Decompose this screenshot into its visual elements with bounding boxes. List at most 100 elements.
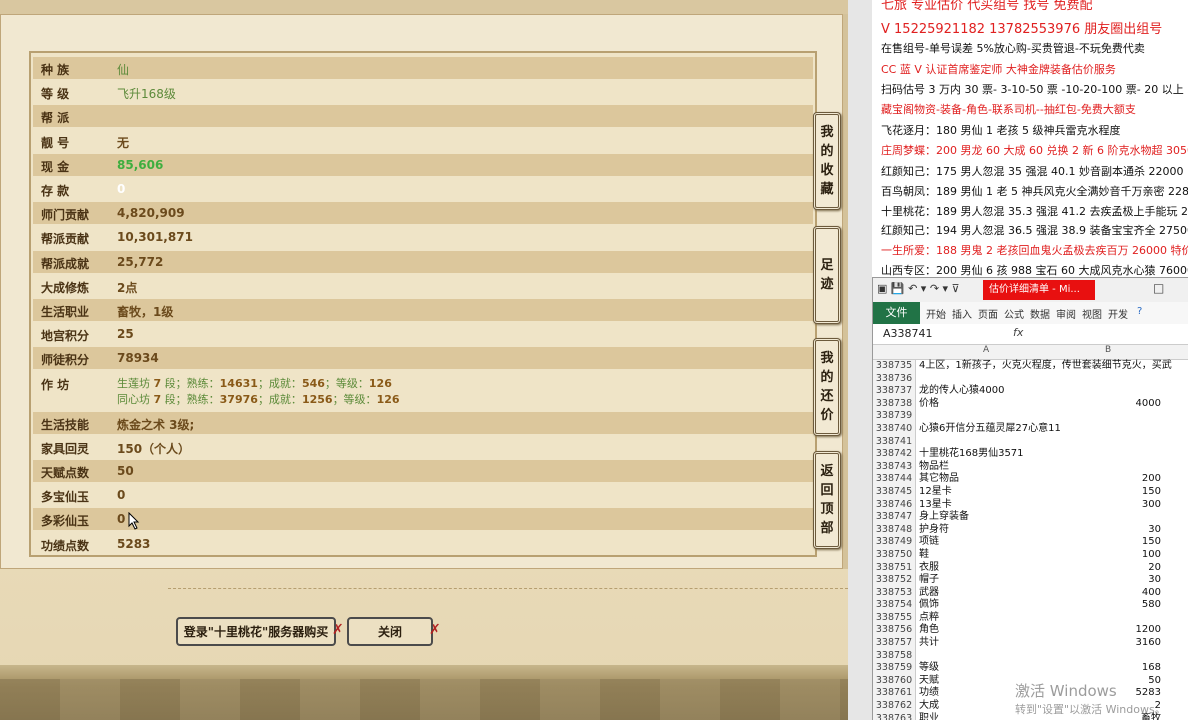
cell-b[interactable]: 580 [1053, 599, 1161, 612]
sheet-row[interactable]: 338735 4上区，1新孩子，火克火程度，传世套装细节克火，买武 [873, 360, 1188, 373]
cell-a[interactable]: 价格 [919, 398, 939, 411]
sheet-row[interactable]: 338749 项链 150 [873, 536, 1188, 549]
sheet-row[interactable]: 338747 身上穿装备 [873, 511, 1188, 524]
ribbon-tab[interactable]: 页面 [978, 306, 998, 321]
cell-a[interactable]: 12星卡 [919, 486, 952, 499]
sheet-row[interactable]: 338744 其它物品 200 [873, 473, 1188, 486]
row-number[interactable]: 338741 [873, 435, 916, 449]
cell-a[interactable]: 等级 [919, 662, 939, 675]
cell-a[interactable]: 13星卡 [919, 499, 952, 512]
cell-b[interactable]: 3160 [1053, 637, 1161, 650]
row-number[interactable]: 338751 [873, 561, 916, 575]
row-number[interactable]: 338761 [873, 687, 916, 701]
sheet-row[interactable]: 338736 [873, 372, 1188, 386]
cell-a[interactable]: 衣服 [919, 562, 939, 575]
cell-a[interactable]: 物品栏 [919, 461, 949, 474]
sheet-row[interactable]: 338743 物品栏 [873, 460, 1188, 474]
my-counteroffer-button[interactable]: 我的还价 [813, 338, 841, 436]
cell-a[interactable]: 共计 [919, 637, 939, 650]
sheet-row[interactable]: 338750 鞋 100 [873, 548, 1188, 562]
ribbon-tab[interactable]: 开发 [1108, 306, 1128, 321]
cell-a[interactable]: 大成 [919, 700, 939, 713]
cell-a[interactable]: 天赋 [919, 675, 939, 688]
cell-b[interactable]: 30 [1053, 574, 1161, 587]
sheet-row[interactable]: 338748 护身符 30 [873, 523, 1188, 537]
sheet-row[interactable]: 338738 价格 4000 [873, 397, 1188, 411]
sheet-row[interactable]: 338755 点粹 [873, 611, 1188, 625]
cell-a[interactable]: 角色 [919, 624, 939, 637]
row-number[interactable]: 338735 [873, 360, 916, 373]
cell-b[interactable]: 100 [1053, 549, 1161, 562]
sheet-row[interactable]: 338742 十里桃花168男仙3571 [873, 448, 1188, 461]
sheet-row[interactable]: 338746 13星卡 300 [873, 498, 1188, 512]
sheet-grid[interactable]: 338735 4上区，1新孩子，火克火程度，传世套装细节克火，买武 338736 33… [873, 360, 1188, 720]
row-number[interactable]: 338739 [873, 410, 916, 423]
sheet-row[interactable]: 338758 [873, 649, 1188, 663]
ribbon-tab[interactable]: 审阅 [1056, 306, 1076, 321]
my-favorites-button[interactable]: 我的收藏 [813, 112, 841, 210]
row-number[interactable]: 338759 [873, 662, 916, 675]
cell-a[interactable]: 点粹 [919, 612, 939, 625]
ribbon-tab[interactable]: 开始 [926, 306, 946, 321]
sheet-row[interactable]: 338753 武器 400 [873, 586, 1188, 600]
cell-a[interactable]: 其它物品 [919, 473, 959, 486]
cell-a[interactable]: 武器 [919, 587, 939, 600]
cell-a[interactable]: 职业 [919, 713, 939, 720]
cell-a[interactable]: 项链 [919, 536, 939, 549]
cell-b[interactable]: 400 [1053, 587, 1161, 600]
cell-b[interactable]: 150 [1053, 536, 1161, 549]
row-number[interactable]: 338755 [873, 611, 916, 625]
row-number[interactable]: 338738 [873, 397, 916, 411]
cell-a[interactable]: 龙的传人心猿4000 [919, 385, 1004, 398]
row-number[interactable]: 338743 [873, 460, 916, 474]
sheet-row[interactable]: 338739 [873, 410, 1188, 423]
ribbon-tab[interactable]: 插入 [952, 306, 972, 321]
cell-b[interactable]: 1200 [1053, 624, 1161, 637]
maximize-icon[interactable]: □ [1153, 281, 1164, 295]
sheet-row[interactable]: 338752 帽子 30 [873, 574, 1188, 587]
back-to-top-button[interactable]: 返回顶部 [813, 451, 841, 549]
row-number[interactable]: 338762 [873, 700, 916, 713]
row-number[interactable]: 338748 [873, 523, 916, 537]
cell-b[interactable]: 168 [1053, 662, 1161, 675]
sheet-row[interactable]: 338745 12星卡 150 [873, 485, 1188, 499]
quick-access-icons[interactable]: ▣ 💾 ↶ ▾ ↷ ▾ ⊽ [877, 282, 960, 295]
row-number[interactable]: 338760 [873, 674, 916, 688]
cell-b[interactable]: 4000 [1053, 398, 1161, 411]
ribbon-tab[interactable]: 公式 [1004, 306, 1024, 321]
cell-a[interactable]: 功绩 [919, 687, 939, 700]
cell-b[interactable]: 150 [1053, 486, 1161, 499]
file-tab[interactable]: 文件 [873, 302, 920, 324]
row-number[interactable]: 338736 [873, 372, 916, 386]
row-number[interactable]: 338747 [873, 511, 916, 524]
row-number[interactable]: 338758 [873, 649, 916, 663]
cell-a[interactable]: 心猿6开信分五蕴灵犀27心意11 [919, 423, 1061, 436]
row-number[interactable]: 338750 [873, 548, 916, 562]
footprint-button[interactable]: 足迹 [813, 226, 841, 324]
name-box[interactable]: A338741 [883, 327, 933, 340]
row-number[interactable]: 338756 [873, 624, 916, 638]
sheet-row[interactable]: 338740 心猿6开信分五蕴灵犀27心意11 [873, 422, 1188, 436]
sheet-row[interactable]: 338756 角色 1200 [873, 624, 1188, 638]
cell-a[interactable]: 4上区，1新孩子，火克火程度，传世套装细节克火，买武 [919, 360, 1172, 373]
cell-a[interactable]: 佩饰 [919, 599, 939, 612]
sheet-row[interactable]: 338757 共计 3160 [873, 637, 1188, 650]
cell-b[interactable]: 20 [1053, 562, 1161, 575]
cell-a[interactable]: 鞋 [919, 549, 929, 562]
sheet-row[interactable]: 338737 龙的传人心猿4000 [873, 385, 1188, 398]
sheet-row[interactable]: 338741 [873, 435, 1188, 449]
cell-b[interactable]: 200 [1053, 473, 1161, 486]
row-number[interactable]: 338749 [873, 536, 916, 549]
row-number[interactable]: 338740 [873, 422, 916, 436]
row-number[interactable]: 338746 [873, 498, 916, 512]
help-icon[interactable]: ? [1137, 306, 1142, 317]
sheet-row[interactable]: 338751 衣服 20 [873, 561, 1188, 575]
column-a-header[interactable]: A [983, 345, 989, 355]
ribbon-tab[interactable]: 视图 [1082, 306, 1102, 321]
row-number[interactable]: 338757 [873, 637, 916, 650]
cell-b[interactable]: 30 [1053, 524, 1161, 537]
row-number[interactable]: 338745 [873, 485, 916, 499]
cell-a[interactable]: 护身符 [919, 524, 949, 537]
column-b-header[interactable]: B [1105, 345, 1111, 355]
login-server-buy-button[interactable]: 登录"十里桃花"服务器购买 [176, 617, 336, 646]
